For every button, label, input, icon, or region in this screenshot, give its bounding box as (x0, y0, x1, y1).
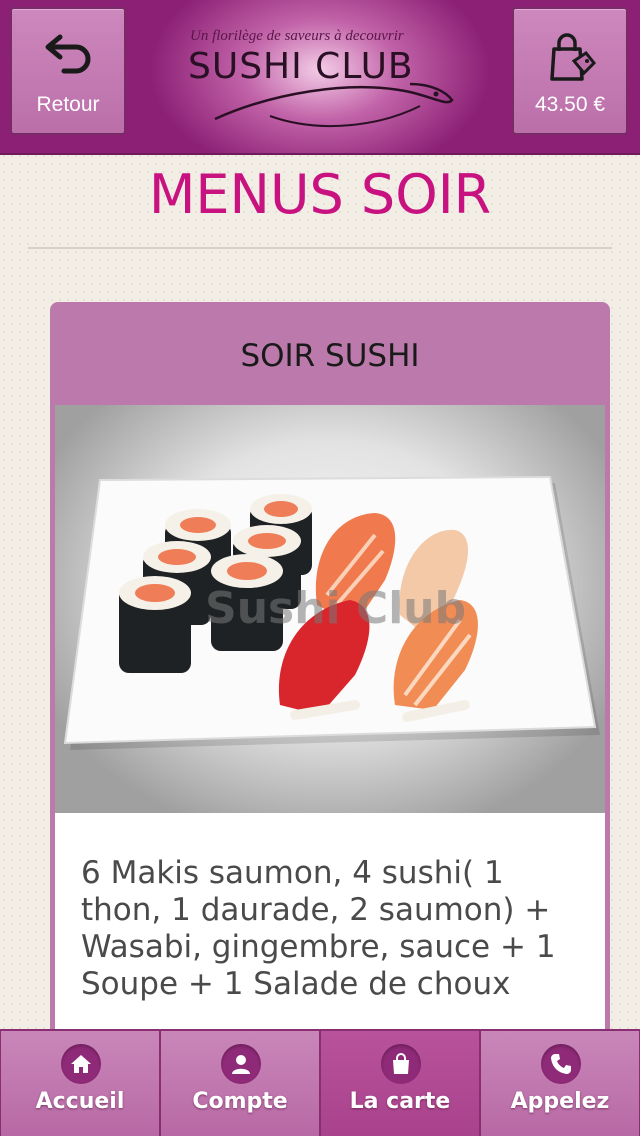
nav-la-carte-label: La carte (349, 1089, 451, 1114)
shopping-bag-icon (393, 1053, 409, 1074)
menu-description: 6 Makis saumon, 4 sushi( 1 thon, 1 daura… (55, 813, 605, 1062)
nav-compte[interactable]: Compte (160, 1031, 320, 1136)
bottom-nav: Accueil Compte La carte Appelez (0, 1029, 640, 1136)
nav-compte-label: Compte (192, 1089, 288, 1114)
app-header: Retour Un florilège de saveurs à decouvr… (0, 0, 640, 155)
menu-card-title: SOIR SUSHI (240, 338, 420, 374)
back-label: Retour (36, 93, 100, 116)
menu-description-text: 6 Makis saumon, 4 sushi( 1 thon, 1 daura… (81, 855, 556, 1002)
phone-icon (551, 1054, 571, 1074)
photo-watermark: Sushi Club (205, 583, 467, 634)
cart-button[interactable]: 43.50 € (512, 7, 628, 135)
logo-tagline: Un florilège de saveurs à decouvrir (190, 28, 404, 44)
page-title: MENUS SOIR (148, 163, 492, 226)
home-icon (71, 1055, 91, 1073)
back-button[interactable]: Retour (10, 7, 126, 135)
sushi-club-logo: Un florilège de saveurs à decouvrir SUSH… (180, 22, 460, 128)
shopping-bag-tag-icon (550, 33, 596, 81)
menu-card[interactable]: SOIR SUSHI Sushi Club 6 Makis saumon, 4 … (50, 302, 610, 1062)
back-arrow-icon (45, 34, 91, 74)
nav-accueil-label: Accueil (35, 1089, 125, 1114)
nav-la-carte[interactable]: La carte (320, 1031, 480, 1136)
fish-swoosh-icon (214, 82, 454, 128)
cart-total: 43.50 € (534, 93, 606, 116)
nav-appelez-label: Appelez (510, 1089, 610, 1114)
nav-accueil[interactable]: Accueil (0, 1031, 160, 1136)
user-icon (232, 1055, 250, 1074)
nav-appelez[interactable]: Appelez (480, 1031, 640, 1136)
title-divider (28, 247, 612, 249)
menu-photo: Sushi Club (55, 405, 605, 813)
